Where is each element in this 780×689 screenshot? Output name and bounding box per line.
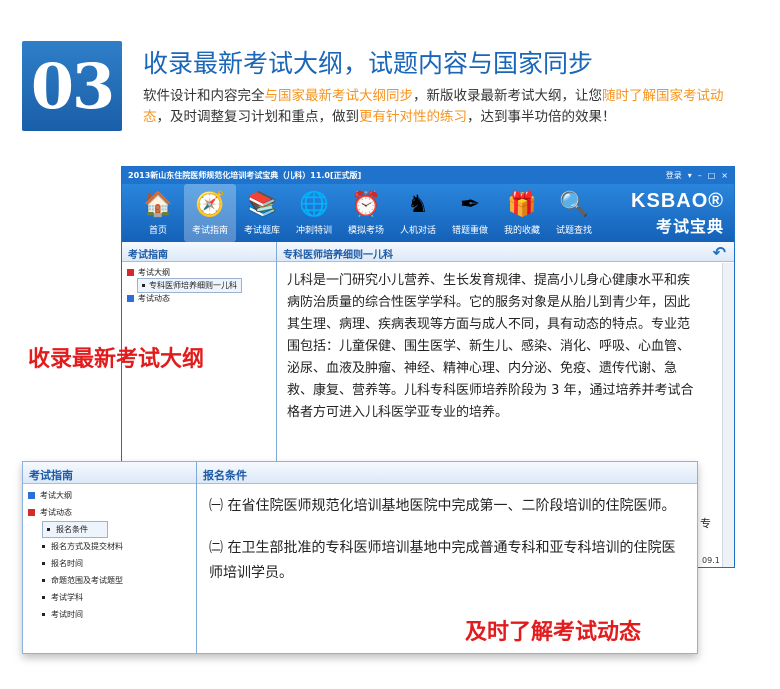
close-icon[interactable]: ×: [721, 171, 728, 180]
main-toolbar: 🏠 首页 🧭 考试指南 📚 考试题库 🌐 冲刺特训 ⏰ 模拟考场 ♞ 人机对话 ✒ 错题重做 …: [122, 184, 734, 242]
window-controls: 登录 ▾ – □ ×: [666, 170, 728, 181]
tree-item-exam-news[interactable]: 考试动态: [127, 292, 271, 305]
minimize-icon[interactable]: –: [698, 171, 702, 180]
maximize-icon[interactable]: □: [708, 171, 716, 180]
toolbar-exam-guide[interactable]: 🧭 考试指南: [184, 184, 236, 242]
bullet-icon: [47, 528, 50, 531]
toolbar-dialogue[interactable]: ♞ 人机对话: [392, 184, 444, 242]
toolbar-label: 考试题库: [243, 226, 280, 236]
section-number: 03: [30, 49, 115, 123]
tree-leaf-registration-time[interactable]: 报名时间: [42, 555, 191, 572]
toolbar-label: 错题重做: [451, 226, 488, 236]
tree-label: 考试时间: [51, 610, 83, 619]
desc-text: ，及时调整复习计划和重点，做到: [156, 109, 360, 125]
content-body: 儿科是一门研究小儿营养、生长发育规律、提高小儿身心健康水平和疾病防治质量的综合性…: [287, 273, 694, 420]
clock-icon: ⏰: [351, 190, 381, 218]
banner-description: 软件设计和内容完全与国家最新考试大纲同步，新版收录最新考试大纲，让您随时了解国家…: [143, 86, 743, 128]
section-number-badge: 03: [22, 41, 122, 131]
tree-leaf-registration-conditions[interactable]: 报名条件: [42, 521, 108, 538]
tree-label: 命题范围及考试题型: [51, 576, 123, 585]
sidebar-title: 考试指南: [122, 242, 276, 262]
bullet-icon: [42, 613, 45, 616]
panel-content-body: ㈠ 在省住院医师规范化培训基地医院中完成第一、二阶段培训的住院医师。 ㈡ 在卫生…: [197, 484, 697, 613]
tree-item-exam-news[interactable]: 考试动态: [28, 504, 191, 521]
back-arrow-icon[interactable]: ↶: [713, 243, 726, 262]
sidebar-tree: 考试大纲 专科医师培养细则一儿科 考试动态: [122, 262, 276, 309]
vertical-scrollbar[interactable]: [722, 263, 734, 567]
toolbar-home[interactable]: 🏠 首页: [132, 184, 184, 242]
tree-label: 考试动态: [138, 294, 170, 303]
brand-subtitle: 考试宝典: [655, 217, 724, 236]
window-title: 2013新山东住院医师规范化培训考试宝典（儿科）11.0[正式版]: [128, 171, 362, 180]
toolbar-label: 试题查找: [555, 226, 592, 236]
desc-text: ，新版收录最新考试大纲，让您: [413, 88, 602, 104]
dropdown-icon[interactable]: ▾: [688, 171, 692, 180]
toolbar-sprint[interactable]: 🌐 冲刺特训: [288, 184, 340, 242]
gift-icon: 🎁: [507, 190, 537, 218]
content-title: 专科医师培养细则一儿科 ↶: [277, 242, 734, 262]
toolbar-label: 冲刺特训: [295, 226, 332, 236]
toolbar-question-bank[interactable]: 📚 考试题库: [236, 184, 288, 242]
toolbar-label: 考试指南: [191, 226, 228, 236]
tree-leaf-exam-subjects[interactable]: 考试学科: [42, 589, 191, 606]
books-icon: 📚: [247, 190, 277, 218]
collapse-icon[interactable]: [127, 269, 134, 276]
compass-icon: 🧭: [195, 190, 225, 218]
tree-leaf-exam-time[interactable]: 考试时间: [42, 606, 191, 623]
tree-item-syllabus[interactable]: 考试大纲: [28, 487, 191, 504]
tree-label: 考试动态: [40, 508, 72, 517]
content-edge-text: 专: [700, 517, 711, 530]
tree-label: 报名时间: [51, 559, 83, 568]
bullet-icon: [42, 545, 45, 548]
toolbar-redo-wrong[interactable]: ✒ 错题重做: [444, 184, 496, 242]
collapse-icon[interactable]: [28, 509, 35, 516]
tree-label: 专科医师培养细则一儿科: [149, 281, 237, 290]
login-link[interactable]: 登录: [666, 170, 682, 181]
globe-icon: 🌐: [299, 190, 329, 218]
bullet-icon: [142, 284, 145, 287]
condition-paragraph: ㈡ 在卫生部批准的专科医师培训基地中完成普通专科和亚专科培训的住院医师培训学员。: [209, 540, 676, 581]
panel-sidebar-title: 考试指南: [23, 462, 196, 484]
tree-item-pediatrics-rules[interactable]: 专科医师培养细则一儿科: [127, 278, 271, 293]
tree-label: 考试学科: [51, 593, 83, 602]
bullet-icon: [42, 562, 45, 565]
desc-text: 软件设计和内容完全: [143, 88, 265, 104]
tree-leaf-registration-method[interactable]: 报名方式及提交材料: [42, 538, 191, 555]
condition-paragraph: ㈠ 在省住院医师规范化培训基地医院中完成第一、二阶段培训的住院医师。: [209, 498, 676, 514]
toolbar-label: 我的收藏: [503, 226, 540, 236]
callout-exam-news: 及时了解考试动态: [465, 620, 642, 645]
callout-syllabus: 收录最新考试大纲: [28, 347, 205, 372]
brand-logo: KSBAO® 考试宝典: [631, 190, 724, 237]
toolbar-favorites[interactable]: 🎁 我的收藏: [496, 184, 548, 242]
chess-icon: ♞: [407, 190, 429, 218]
tree-label: 报名方式及提交材料: [51, 542, 123, 551]
tree-label: 报名条件: [56, 525, 88, 534]
toolbar-search[interactable]: 🔍 试题查找: [548, 184, 600, 242]
title-bar: 2013新山东住院医师规范化培训考试宝典（儿科）11.0[正式版] 登录 ▾ –…: [122, 167, 734, 184]
bullet-icon: [42, 579, 45, 582]
brand-name: KSBAO®: [631, 190, 724, 212]
panel-tree: 考试大纲 考试动态 报名条件 报名方式及提交材料 报名时间 命题范围及考试题型 …: [23, 484, 196, 626]
toolbar-mock-exam[interactable]: ⏰ 模拟考场: [340, 184, 392, 242]
panel-sidebar: 考试指南 考试大纲 考试动态 报名条件 报名方式及提交材料 报名时间 命题范围及…: [23, 462, 197, 653]
toolbar-label: 首页: [148, 226, 167, 236]
desc-text: ，达到事半功倍的效果！: [467, 109, 616, 125]
pen-icon: ✒: [459, 190, 481, 218]
version-label: 09.1: [702, 556, 720, 565]
search-icon: 🔍: [559, 190, 589, 218]
tree-leaf-exam-scope[interactable]: 命题范围及考试题型: [42, 572, 191, 589]
banner-headline: 收录最新考试大纲，试题内容与国家同步: [143, 49, 594, 78]
content-title-text: 专科医师培养细则一儿科: [283, 250, 393, 261]
expand-icon[interactable]: [28, 492, 35, 499]
tree-label: 考试大纲: [40, 491, 72, 500]
desc-highlight: 更有针对性的练习: [359, 109, 467, 125]
panel-content-title: 报名条件: [197, 462, 697, 484]
expand-icon[interactable]: [127, 295, 134, 302]
tree-label: 考试大纲: [138, 268, 170, 277]
home-icon: 🏠: [143, 190, 173, 218]
toolbar-label: 模拟考场: [347, 226, 384, 236]
toolbar-label: 人机对话: [399, 226, 436, 236]
bullet-icon: [42, 596, 45, 599]
desc-highlight: 与国家最新考试大纲同步: [264, 88, 414, 104]
